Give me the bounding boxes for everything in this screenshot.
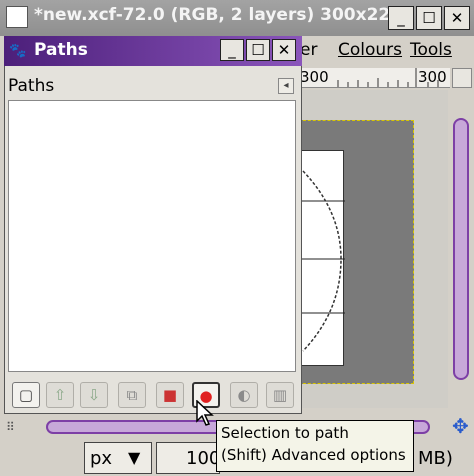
mouse-pointer-icon	[196, 399, 214, 432]
image-layer	[300, 150, 345, 366]
menu-colours-label: Colours	[338, 40, 403, 60]
duplicate-icon: ⧉	[126, 386, 138, 404]
menu-layer[interactable]: er	[300, 40, 317, 60]
cursor-shape	[196, 399, 214, 426]
close-button[interactable]: ✕	[272, 39, 296, 61]
minimize-button[interactable]: _	[388, 6, 414, 30]
raise-path-button[interactable]: ⇧	[46, 382, 74, 408]
lower-path-button[interactable]: ⇩	[80, 382, 108, 408]
lower-icon: ⇩	[87, 386, 101, 404]
path-to-selection-button[interactable]: ■	[156, 382, 184, 408]
trash-icon: ▥	[272, 386, 288, 404]
gimp-wilber-icon: 🐾	[9, 43, 27, 59]
new-path-icon: ▢	[18, 386, 34, 404]
menu-tools[interactable]: Tools	[410, 40, 452, 60]
stroke-path-icon: ◐	[237, 386, 251, 404]
image-window-title: *new.xcf-72.0 (RGB, 2 layers) 300x225	[34, 5, 403, 25]
path-to-selection-icon: ■	[162, 386, 178, 404]
layer-content	[301, 170, 345, 352]
ruler-corner	[452, 68, 472, 88]
stroke-path-button[interactable]: ◐	[230, 382, 258, 408]
delete-path-button[interactable]: ▥	[266, 382, 294, 408]
duplicate-path-button[interactable]: ⧉	[118, 382, 146, 408]
ruler-label: 300	[418, 68, 447, 86]
paths-dialog-title: Paths	[34, 40, 88, 60]
image-window-icon	[6, 6, 28, 28]
minimize-button[interactable]: _	[220, 39, 244, 61]
status-memory: MB)	[418, 448, 453, 469]
maximize-button[interactable]: ☐	[246, 39, 270, 61]
paths-tab-label: Paths	[8, 76, 55, 96]
navigate-icon[interactable]: ✥	[452, 414, 469, 438]
quick-mask-icon[interactable]: ⠿	[6, 420, 15, 434]
menu-colours[interactable]: Colours	[338, 40, 402, 60]
vertical-scrollbar-thumb[interactable]	[453, 118, 469, 380]
maximize-button[interactable]: ☐	[416, 6, 442, 30]
close-button[interactable]: ✕	[444, 6, 470, 30]
paths-list[interactable]	[8, 100, 296, 372]
ruler-label: 300	[300, 68, 329, 86]
new-path-button[interactable]: ▢	[12, 382, 40, 408]
tab-menu-icon[interactable]: ◂	[278, 78, 294, 94]
raise-icon: ⇧	[53, 386, 67, 404]
menu-tools-label: Tools	[410, 40, 452, 60]
chevron-down-icon[interactable]: ▼	[128, 448, 140, 467]
tooltip-title: Selection to path	[221, 424, 349, 442]
unit-value: px	[90, 448, 113, 469]
tooltip-hint: (Shift) Advanced options	[221, 446, 406, 464]
